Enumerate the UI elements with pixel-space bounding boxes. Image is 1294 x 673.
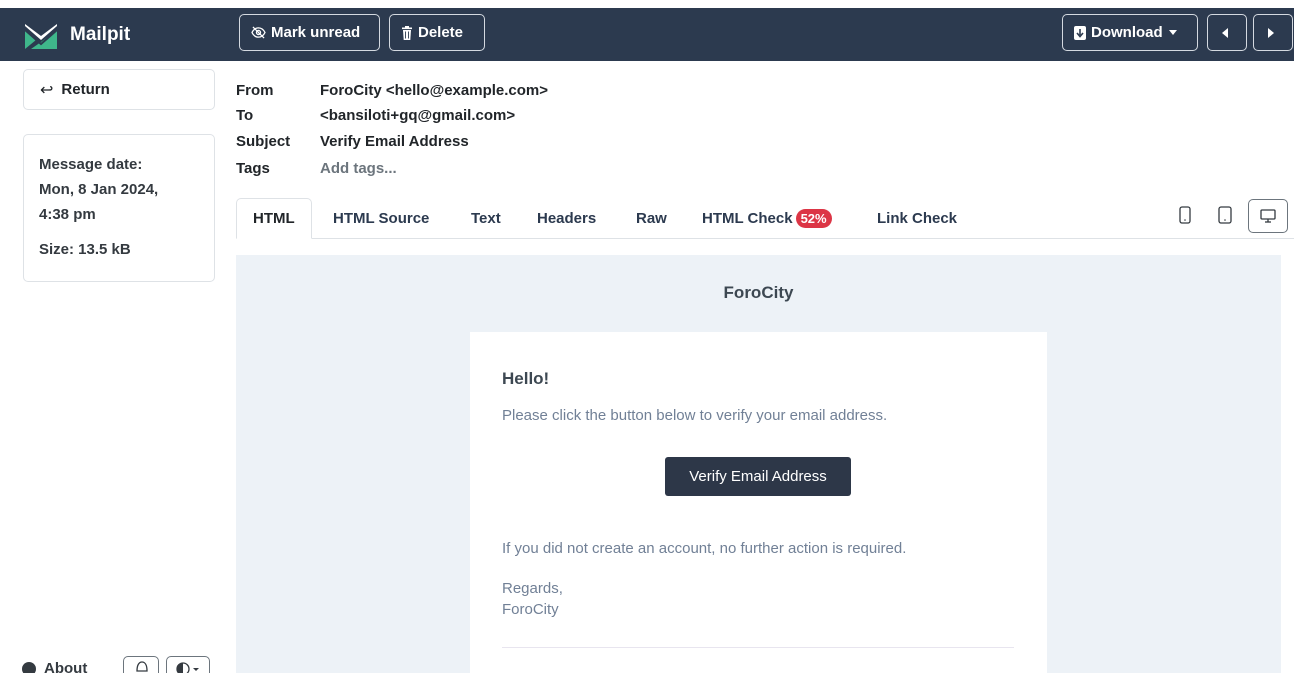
download-dropdown-button[interactable]: Download	[1062, 14, 1198, 51]
previous-message-button[interactable]	[1207, 14, 1247, 51]
top-navbar: Mailpit Mark unread Delete Download	[0, 8, 1294, 61]
email-regards: Regards,	[502, 580, 563, 597]
verify-email-button[interactable]: Verify Email Address	[665, 457, 851, 496]
about-label: About	[44, 660, 88, 673]
caret-right-icon	[1267, 27, 1274, 38]
trash-icon	[402, 25, 412, 40]
message-info-card: Message date: Mon, 8 Jan 2024, 4:38 pm S…	[23, 134, 215, 282]
html-check-score-badge: 52%	[795, 209, 832, 228]
brand[interactable]: Mailpit	[22, 8, 130, 61]
tab-link-check[interactable]: Link Check	[861, 198, 973, 239]
tab-headers-label: Headers	[537, 210, 597, 227]
caret-left-icon	[1221, 27, 1228, 38]
message-date-line2: 4:38 pm	[39, 206, 96, 223]
delete-label: Delete	[418, 24, 464, 41]
tablet-view-icon[interactable]	[1218, 206, 1232, 224]
tab-raw-label: Raw	[636, 210, 667, 227]
bell-icon	[136, 661, 148, 672]
tab-html[interactable]: HTML	[236, 198, 312, 239]
contrast-icon	[176, 662, 199, 673]
info-icon	[22, 661, 36, 673]
mark-unread-button[interactable]: Mark unread	[239, 14, 380, 51]
phone-view-icon[interactable]	[1179, 206, 1191, 224]
to-value: <bansiloti+gq@gmail.com>	[320, 107, 516, 124]
app-name: Mailpit	[70, 23, 131, 45]
subject-value: Verify Email Address	[320, 133, 469, 150]
mailpit-logo-icon	[24, 23, 58, 49]
from-value: ForoCity <hello@example.com>	[320, 82, 549, 99]
message-date-label: Message date:	[39, 156, 143, 173]
tab-raw[interactable]: Raw	[620, 198, 683, 239]
message-date-line1: Mon, 8 Jan 2024,	[39, 181, 159, 198]
email-preview: ForoCity Hello! Please click the button …	[236, 255, 1281, 673]
theme-toggle-button[interactable]	[166, 656, 210, 673]
email-brand-header[interactable]: ForoCity	[236, 283, 1281, 303]
eye-slash-icon	[251, 26, 266, 39]
subject-label: Subject	[236, 133, 291, 150]
about-link[interactable]: About	[22, 660, 87, 673]
tab-html-check-label: HTML Check	[702, 210, 793, 227]
tab-html-source[interactable]: HTML Source	[317, 198, 445, 239]
return-label: Return	[61, 81, 110, 98]
tags-label: Tags	[236, 160, 270, 177]
tab-text-label: Text	[471, 210, 501, 227]
file-download-icon	[1074, 25, 1086, 40]
desktop-icon	[1260, 209, 1276, 223]
return-arrow-icon: ↩	[40, 81, 54, 99]
tags-input[interactable]: Add tags...	[320, 157, 397, 180]
mark-unread-label: Mark unread	[271, 24, 361, 41]
chevron-down-icon	[1168, 30, 1177, 35]
next-message-button[interactable]	[1253, 14, 1293, 51]
email-divider	[502, 647, 1014, 648]
email-intro: Please click the button below to verify …	[502, 407, 888, 424]
tab-html-check[interactable]: HTML Check 52%	[686, 198, 848, 239]
return-button[interactable]: ↩ Return	[23, 69, 215, 110]
email-body-card: Hello! Please click the button below to …	[470, 332, 1047, 673]
tab-html-label: HTML	[253, 210, 295, 227]
tab-text[interactable]: Text	[455, 198, 517, 239]
notifications-button[interactable]	[123, 656, 159, 673]
desktop-view-button[interactable]	[1248, 199, 1288, 233]
delete-button[interactable]: Delete	[389, 14, 485, 51]
tab-html-source-label: HTML Source	[333, 210, 430, 227]
view-tabs: HTML HTML Source Text Headers Raw HTML C…	[236, 198, 1294, 239]
from-label: From	[236, 82, 274, 99]
tab-link-check-label: Link Check	[877, 210, 958, 227]
download-label: Download	[1091, 24, 1163, 41]
email-signature: ForoCity	[502, 601, 559, 618]
email-outro: If you did not create an account, no fur…	[502, 540, 907, 557]
email-greeting: Hello!	[502, 369, 550, 388]
to-label: To	[236, 107, 254, 124]
message-size: Size: 13.5 kB	[39, 241, 131, 258]
tab-headers[interactable]: Headers	[521, 198, 612, 239]
